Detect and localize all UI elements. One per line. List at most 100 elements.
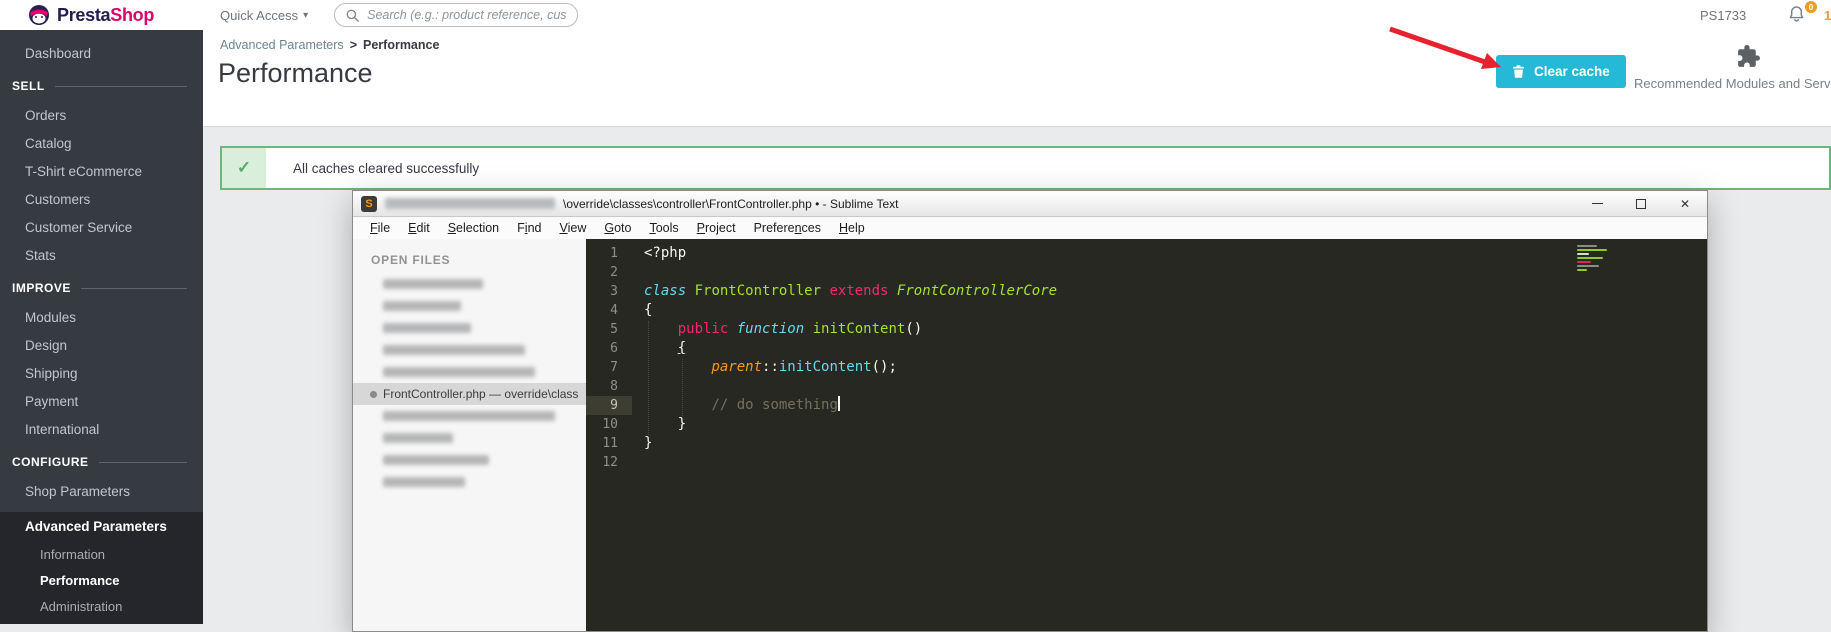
search-icon [346,9,359,22]
sidebar-section-configure: CONFIGURE [0,446,203,478]
minimap[interactable] [1577,245,1627,271]
file-row-redacted[interactable] [353,405,586,427]
minimize-button[interactable] [1575,191,1619,216]
redacted-path [385,198,555,209]
prestashop-logo[interactable]: PrestaShop [28,4,154,26]
code-text: } [677,416,687,432]
sidebar-item-international[interactable]: International [0,416,203,444]
sublime-menubar: File Edit Selection Find View Goto Tools Projec… [353,217,1707,239]
file-row-redacted[interactable] [353,317,586,339]
menu-selection[interactable]: Selection [439,221,508,235]
sidebar-item-dashboard[interactable]: Dashboard [0,40,203,68]
sidebar-item-payment[interactable]: Payment [0,388,203,416]
code-line-4[interactable]: 4{ [586,301,1707,320]
sublime-window: S \override\classes\controller\FrontCont… [352,190,1708,632]
code-line-5[interactable]: 5 public function initContent() [586,320,1707,339]
sidebar-item-administration[interactable]: Administration [0,594,203,620]
sidebar-item-orders[interactable]: Orders [0,102,203,130]
sidebar-item-modules[interactable]: Modules [0,304,203,332]
close-button[interactable]: ✕ [1663,191,1707,216]
sidebar-item-shop-parameters[interactable]: Shop Parameters [0,478,203,506]
sidebar-item-catalog[interactable]: Catalog [0,130,203,158]
file-row-frontcontroller[interactable]: FrontController.php — override\class [353,383,586,405]
sidebar-item-shipping[interactable]: Shipping [0,360,203,388]
menu-view[interactable]: View [550,221,595,235]
breadcrumb-separator: > [349,38,357,52]
file-row-redacted[interactable] [353,427,586,449]
code-line-1[interactable]: 1 <?php [586,244,1707,263]
search-input[interactable] [367,8,568,22]
window-controls: ✕ [1575,191,1707,216]
redacted-filename [383,477,465,487]
redacted-filename [383,301,461,311]
sidebar-item-stats[interactable]: Stats [0,242,203,270]
text-cursor [837,396,840,411]
menu-goto[interactable]: Goto [595,221,640,235]
menu-find[interactable]: Find [508,221,550,235]
sidebar-item-customer-service[interactable]: Customer Service [0,214,203,242]
file-row-redacted[interactable] [353,449,586,471]
check-icon: ✓ [236,158,252,177]
menu-project[interactable]: Project [688,221,745,235]
code-line-3[interactable]: 3 class FrontController extends FrontCont… [586,282,1707,301]
minimap-mark [1577,253,1589,255]
code-line-11[interactable]: 11} [586,434,1707,453]
clear-cache-label: Clear cache [1534,64,1610,79]
code-line-8[interactable]: 8 [586,377,1707,396]
quick-access-dropdown[interactable]: Quick Access ▾ [220,8,308,23]
file-row-redacted[interactable] [353,273,586,295]
sidebar-item-t-shirt-ecommerce[interactable]: T-Shirt eCommerce [0,158,203,186]
code-editor[interactable]: 1 <?php 2 3 class FrontController extends Fr… [586,239,1707,631]
bell-icon [1789,6,1804,22]
minimap-mark [1577,249,1607,251]
sidebar-item-customers[interactable]: Customers [0,186,203,214]
breadcrumb-current: Performance [363,38,440,52]
sidebar-item-information[interactable]: Information [0,542,203,568]
sidebar-section-improve: IMPROVE [0,272,203,304]
code-line-6[interactable]: 6 { [586,339,1707,358]
redacted-filename [383,455,489,465]
edge-counter: 1 [1824,8,1831,23]
redacted-filename [383,279,483,289]
menu-file[interactable]: File [361,221,399,235]
file-label: FrontController.php — override\class [383,387,579,401]
sublime-titlebar[interactable]: S \override\classes\controller\FrontCont… [353,191,1707,217]
file-row-redacted[interactable] [353,295,586,317]
open-files-list: FrontController.php — override\class [353,273,586,493]
logo-text: PrestaShop [57,4,155,25]
menu-preferences[interactable]: Preferences [745,221,830,235]
clear-cache-button[interactable]: Clear cache [1496,55,1626,88]
sidebar-item-performance[interactable]: Performance [0,568,203,594]
code-line-2[interactable]: 2 [586,263,1707,282]
redacted-filename [383,411,555,421]
recommended-modules-button[interactable]: Recommended Modules and Servic [1634,44,1831,91]
menu-tools[interactable]: Tools [640,221,687,235]
code-line-9[interactable]: 9 // do something [586,396,1707,415]
notifications-bell[interactable]: 0 [1786,1,1817,28]
minimize-icon [1591,202,1603,205]
breadcrumb-parent[interactable]: Advanced Parameters [220,38,344,52]
indent-guide [648,321,649,435]
menu-edit[interactable]: Edit [399,221,439,235]
sidebar-item-design[interactable]: Design [0,332,203,360]
minimap-mark [1577,245,1597,247]
trash-icon [1513,65,1524,78]
redacted-filename [383,323,471,333]
minimap-mark [1577,269,1587,271]
file-row-redacted[interactable] [353,339,586,361]
maximize-icon [1636,198,1646,209]
code-line-12[interactable]: 12 [586,453,1707,472]
line-number: 4 [610,303,618,318]
menu-help[interactable]: Help [830,221,874,235]
sidebar-item-advanced-parameters[interactable]: Advanced Parameters [0,512,203,542]
file-row-redacted[interactable] [353,471,586,493]
prestashop-monkey-icon [29,5,49,25]
code-line-7[interactable]: 7 parent::initContent(); [586,358,1707,377]
file-row-redacted[interactable] [353,361,586,383]
code-line-10[interactable]: 10 } [586,415,1707,434]
maximize-button[interactable] [1619,191,1663,216]
code-text: <?php [644,245,687,261]
line-number: 2 [610,265,618,280]
